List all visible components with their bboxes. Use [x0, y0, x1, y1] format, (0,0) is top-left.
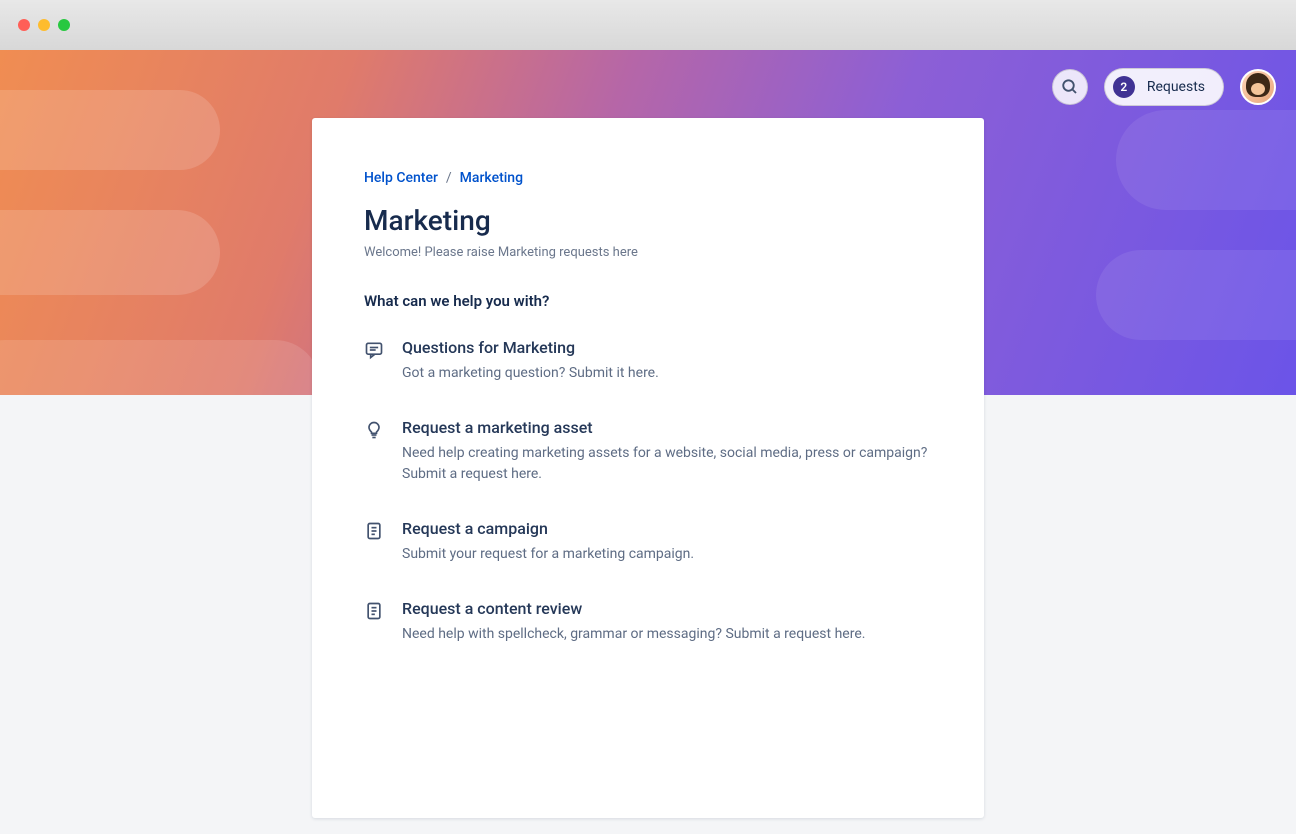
request-description: Need help creating marketing assets for … [402, 443, 932, 485]
decorative-shape [1116, 110, 1296, 210]
request-types-list: Questions for Marketing Got a marketing … [364, 338, 932, 645]
document-icon [364, 601, 384, 621]
request-description: Got a marketing question? Submit it here… [402, 363, 932, 384]
decorative-shape [0, 340, 320, 395]
breadcrumb-separator: / [446, 170, 452, 186]
request-content: Request a content review Need help with … [402, 599, 932, 645]
request-title: Request a content review [402, 599, 932, 618]
breadcrumb-root-link[interactable]: Help Center [364, 170, 438, 186]
page-title: Marketing [364, 204, 932, 237]
request-type-marketing-asset[interactable]: Request a marketing asset Need help crea… [364, 418, 932, 485]
window-close-button[interactable] [18, 19, 30, 31]
document-icon [364, 521, 384, 541]
breadcrumb: Help Center / Marketing [364, 170, 932, 186]
decorative-shape [1096, 250, 1296, 340]
search-icon [1061, 78, 1079, 96]
top-bar: 2 Requests [1052, 68, 1276, 106]
breadcrumb-current-link[interactable]: Marketing [460, 170, 523, 186]
window-titlebar [0, 0, 1296, 50]
request-description: Need help with spellcheck, grammar or me… [402, 624, 932, 645]
request-type-questions[interactable]: Questions for Marketing Got a marketing … [364, 338, 932, 384]
lightbulb-icon [364, 420, 384, 440]
page-subtitle: Welcome! Please raise Marketing requests… [364, 245, 932, 260]
user-avatar[interactable] [1240, 69, 1276, 105]
request-type-campaign[interactable]: Request a campaign Submit your request f… [364, 519, 932, 565]
chat-icon [364, 340, 384, 360]
request-content: Questions for Marketing Got a marketing … [402, 338, 932, 384]
decorative-shape [0, 210, 220, 295]
request-content: Request a marketing asset Need help crea… [402, 418, 932, 485]
section-heading: What can we help you with? [364, 292, 932, 310]
main-content-card: Help Center / Marketing Marketing Welcom… [312, 118, 984, 818]
search-button[interactable] [1052, 69, 1088, 105]
request-description: Submit your request for a marketing camp… [402, 544, 932, 565]
request-title: Request a marketing asset [402, 418, 932, 437]
window-maximize-button[interactable] [58, 19, 70, 31]
request-type-content-review[interactable]: Request a content review Need help with … [364, 599, 932, 645]
request-title: Questions for Marketing [402, 338, 932, 357]
request-title: Request a campaign [402, 519, 932, 538]
decorative-shape [0, 90, 220, 170]
window-minimize-button[interactable] [38, 19, 50, 31]
requests-count-badge: 2 [1113, 76, 1135, 98]
requests-label: Requests [1147, 79, 1205, 95]
request-content: Request a campaign Submit your request f… [402, 519, 932, 565]
requests-button[interactable]: 2 Requests [1104, 68, 1224, 106]
